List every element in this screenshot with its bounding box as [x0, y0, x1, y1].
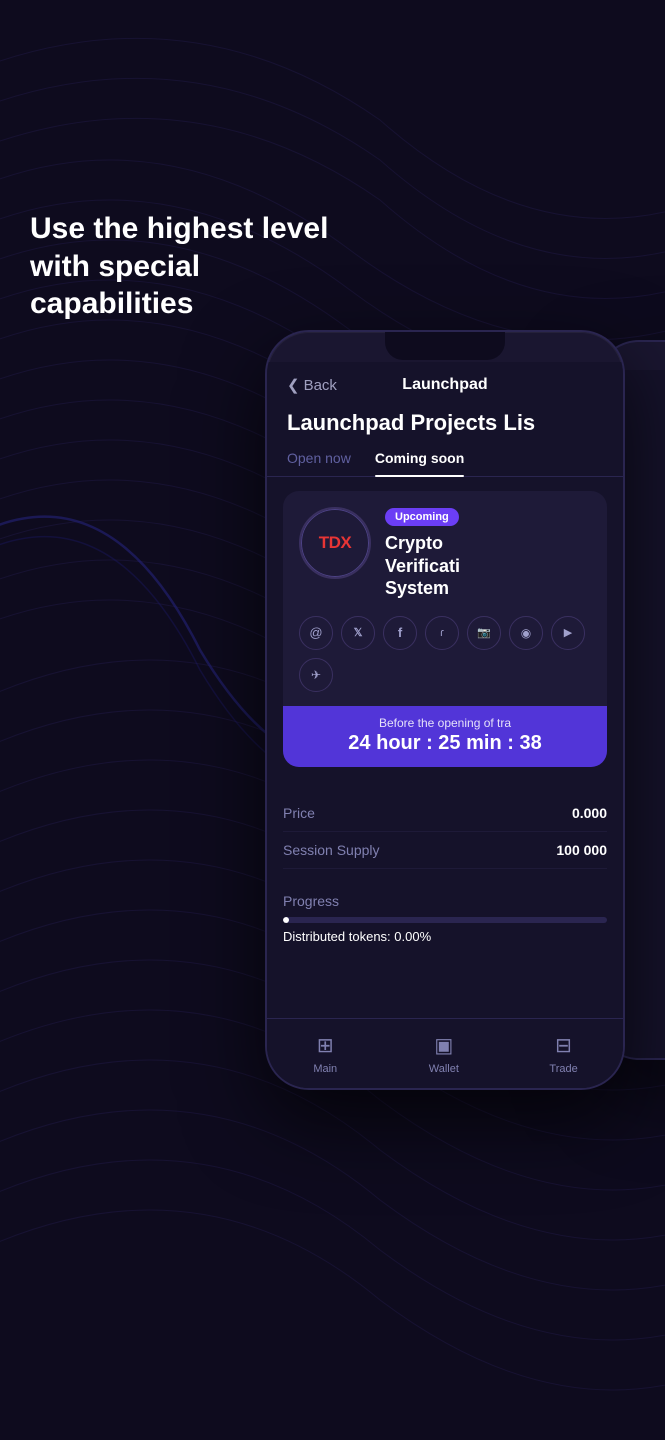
- nav-item-trade[interactable]: ⊟ Trade: [549, 1032, 577, 1075]
- timer-banner: Before the opening of tra 24 hour : 25 m…: [283, 706, 607, 767]
- at-icon[interactable]: @: [299, 616, 333, 650]
- facebook-icon[interactable]: f: [383, 616, 417, 650]
- card-header: TDX Upcoming Crypto Verificati System: [283, 491, 607, 616]
- timer-label: Before the opening of tra: [299, 716, 591, 730]
- supply-row: Session Supply 100 000: [283, 832, 607, 869]
- nav-item-wallet[interactable]: ▣ Wallet: [429, 1032, 459, 1075]
- tab-open-now[interactable]: Open now: [287, 450, 351, 476]
- back-button[interactable]: ❮ Back: [287, 376, 337, 394]
- trade-nav-label: Trade: [549, 1063, 577, 1075]
- supply-value: 100 000: [556, 842, 607, 858]
- twitter-icon[interactable]: 𝕏: [341, 616, 375, 650]
- main-phone: ❮ Back Launchpad Launchpad Projects Lis …: [265, 330, 645, 1110]
- price-label: Price: [283, 805, 315, 821]
- tab-coming-soon[interactable]: Coming soon: [375, 450, 464, 476]
- social-icons-row: @ 𝕏 f ɾ 📷 ◉ ▶ ✈: [283, 616, 607, 706]
- progress-section: Progress Distributed tokens: 0.00%: [267, 883, 623, 958]
- progress-bar-background: [283, 917, 607, 923]
- trade-nav-icon: ⊟: [551, 1032, 577, 1058]
- card-info: Upcoming Crypto Verificati System: [385, 507, 591, 600]
- youtube-icon[interactable]: ▶: [551, 616, 585, 650]
- supply-label: Session Supply: [283, 842, 380, 858]
- phone-navbar: ❮ Back Launchpad: [267, 362, 623, 404]
- page-title: Launchpad Projects Lis: [267, 404, 623, 450]
- main-nav-icon: ⊞: [312, 1032, 338, 1058]
- progress-bar-fill: [283, 917, 289, 923]
- project-name: Crypto Verificati System: [385, 532, 591, 600]
- telegram-icon[interactable]: ✈: [299, 658, 333, 692]
- price-value: 0.000: [572, 805, 607, 821]
- project-card: TDX Upcoming Crypto Verificati System: [283, 491, 607, 767]
- wallet-nav-icon: ▣: [431, 1032, 457, 1058]
- phone-frame: ❮ Back Launchpad Launchpad Projects Lis …: [265, 330, 625, 1090]
- other-icon[interactable]: ◉: [509, 616, 543, 650]
- nav-item-main[interactable]: ⊞ Main: [312, 1032, 338, 1075]
- price-row: Price 0.000: [283, 795, 607, 832]
- project-logo: TDX: [299, 507, 371, 579]
- phone-notch: [385, 332, 505, 360]
- distributed-text: Distributed tokens: 0.00%: [283, 929, 607, 944]
- bottom-navigation: ⊞ Main ▣ Wallet ⊟ Trade: [267, 1018, 623, 1088]
- hero-text: Use the highest level with special capab…: [30, 210, 350, 323]
- chevron-left-icon: ❮: [287, 376, 300, 394]
- main-nav-label: Main: [313, 1063, 337, 1075]
- nav-title: Launchpad: [402, 376, 487, 394]
- instagram-icon[interactable]: 📷: [467, 616, 501, 650]
- wallet-nav-label: Wallet: [429, 1063, 459, 1075]
- timer-value: 24 hour : 25 min : 38: [299, 732, 591, 755]
- progress-title: Progress: [283, 893, 607, 909]
- phone-screen: ❮ Back Launchpad Launchpad Projects Lis …: [267, 362, 623, 1088]
- tab-bar: Open now Coming soon: [267, 450, 623, 477]
- details-section: Price 0.000 Session Supply 100 000: [267, 781, 623, 883]
- logo-text: TDX: [319, 533, 352, 553]
- reddit-icon[interactable]: ɾ: [425, 616, 459, 650]
- upcoming-badge: Upcoming: [385, 508, 459, 526]
